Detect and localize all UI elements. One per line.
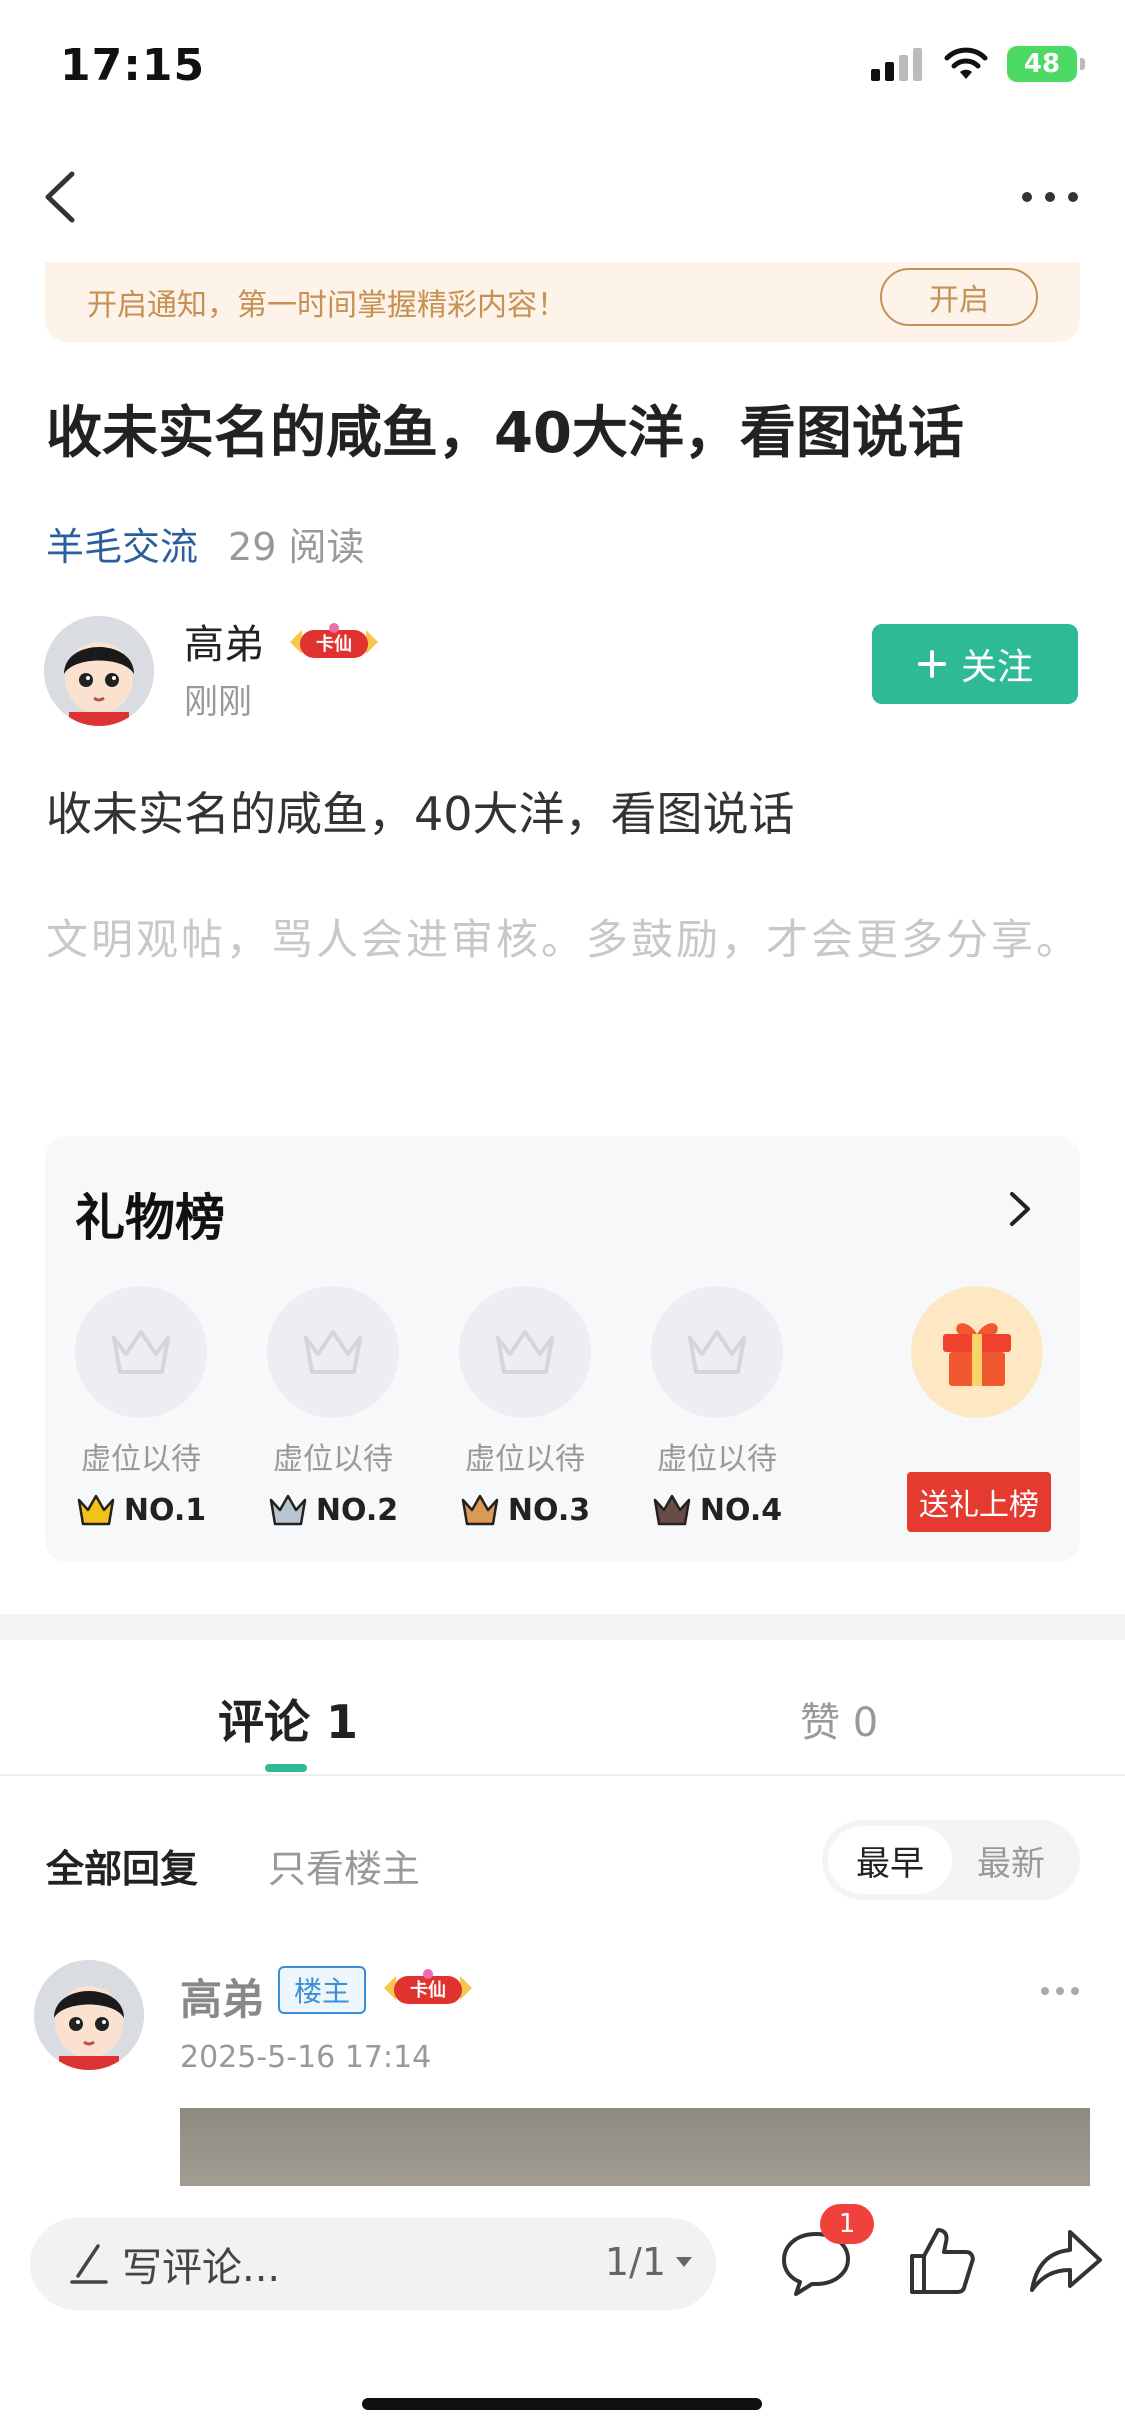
- gift-slot[interactable]: 虚位以待 NO.1: [75, 1286, 207, 1528]
- slot-rank: NO.4: [651, 1492, 783, 1528]
- slot-label: 虚位以待: [465, 1442, 585, 1477]
- crown-outline-icon: [688, 1330, 746, 1374]
- plus-icon: [917, 650, 946, 678]
- rank-text: NO.1: [123, 1492, 207, 1528]
- empty-slot-avatar: [651, 1286, 783, 1418]
- tab-comments[interactable]: 评论 1: [218, 1686, 358, 1752]
- signal-icon: [871, 48, 922, 81]
- commenter-name[interactable]: 高弟: [180, 1966, 264, 2027]
- tab-divider: [0, 1774, 1125, 1776]
- category-link[interactable]: 羊毛交流: [46, 516, 198, 571]
- crown-outline-icon: [304, 1330, 362, 1374]
- sort-earliest-button[interactable]: 最早: [828, 1826, 952, 1894]
- slot-label: 虚位以待: [657, 1442, 777, 1477]
- home-indicator: [362, 2398, 762, 2410]
- page-indicator-text: 1/1: [604, 2240, 666, 2284]
- crown-outline-icon: [496, 1330, 554, 1374]
- slot-rank: NO.3: [459, 1492, 591, 1528]
- chevron-right-icon[interactable]: [1000, 1186, 1040, 1232]
- notice-text: 开启通知，第一时间掌握精彩内容！: [87, 288, 567, 323]
- caret-down-icon: [676, 2257, 692, 2267]
- read-count: 29 阅读: [228, 525, 365, 569]
- gift-slot[interactable]: 虚位以待 NO.4: [651, 1286, 783, 1528]
- active-tab-indicator: [265, 1764, 307, 1772]
- notification-banner: 开启通知，第一时间掌握精彩内容！ 开启: [45, 262, 1080, 342]
- rank-text: NO.4: [699, 1492, 783, 1528]
- battery-indicator: 48: [1007, 46, 1085, 82]
- empty-slot-avatar: [75, 1286, 207, 1418]
- commenter-avatar[interactable]: [34, 1960, 144, 2070]
- gift-leaderboard-title: 礼物榜: [75, 1189, 225, 1247]
- comment-placeholder: 写评论...: [122, 2245, 281, 2291]
- post-title: 收未实名的咸鱼，40大洋，看图说话: [46, 401, 964, 466]
- op-badge: 楼主: [278, 1966, 366, 2014]
- comment-date: 2025-5-16 17:14: [180, 2040, 432, 2075]
- wifi-icon: [944, 47, 988, 79]
- post-hint: 文明观帖，骂人会进审核。多鼓励，才会更多分享。: [46, 915, 1082, 964]
- post-body: 收未实名的咸鱼，40大洋，看图说话: [46, 787, 795, 841]
- dark-crown-icon: [653, 1494, 691, 1526]
- silver-crown-icon: [269, 1494, 307, 1526]
- send-gift-button[interactable]: 送礼上榜: [907, 1472, 1051, 1532]
- kaxian-badge-text: 卡仙: [316, 633, 352, 655]
- enable-notification-button[interactable]: 开启: [880, 268, 1038, 326]
- slot-rank: NO.2: [267, 1492, 399, 1528]
- more-options-icon[interactable]: [1015, 172, 1085, 222]
- filter-all-replies[interactable]: 全部回复: [46, 1838, 198, 1893]
- gift-leaderboard: 礼物榜 虚位以待 NO.1 虚位以待 NO.2 虚位以待 NO.3 虚位以待 N…: [45, 1136, 1080, 1562]
- gift-slot[interactable]: 虚位以待 NO.3: [459, 1286, 591, 1528]
- kaxian-badge: 卡仙: [382, 1968, 474, 2010]
- crown-outline-icon: [112, 1330, 170, 1374]
- status-time: 17:15: [60, 40, 206, 91]
- share-arrow-icon[interactable]: [1026, 2222, 1106, 2302]
- follow-button[interactable]: 关注: [872, 624, 1078, 704]
- bronze-crown-icon: [461, 1494, 499, 1526]
- post-time: 刚刚: [184, 682, 252, 722]
- filter-op-only[interactable]: 只看楼主: [268, 1838, 420, 1893]
- gift-slot[interactable]: 虚位以待 NO.2: [267, 1286, 399, 1528]
- slot-label: 虚位以待: [81, 1442, 201, 1477]
- page-indicator[interactable]: 1/1: [605, 2240, 694, 2284]
- gift-button[interactable]: [911, 1286, 1043, 1418]
- gift-icon: [943, 1323, 1011, 1386]
- pencil-icon: [70, 2244, 108, 2284]
- section-divider: [0, 1614, 1125, 1640]
- sort-latest-button[interactable]: 最新: [956, 1826, 1066, 1894]
- comment-input[interactable]: 写评论... 1/1: [30, 2218, 716, 2310]
- follow-label: 关注: [960, 647, 1033, 688]
- comment-image[interactable]: [180, 2108, 1090, 2188]
- post-meta: 羊毛交流 29 阅读: [46, 516, 364, 571]
- status-icons: 48: [869, 46, 1085, 82]
- comment-more-icon[interactable]: [1035, 1976, 1085, 2006]
- slot-rank: NO.1: [75, 1492, 207, 1528]
- comment-count-badge: 1: [820, 2204, 874, 2244]
- sort-toggle: 最早 最新: [822, 1820, 1080, 1900]
- kaxian-badge: 卡仙: [288, 622, 380, 664]
- author-avatar[interactable]: [44, 616, 154, 726]
- slot-label: 虚位以待: [273, 1442, 393, 1477]
- kaxian-badge-text: 卡仙: [410, 1979, 446, 2001]
- back-arrow-icon[interactable]: [34, 162, 94, 232]
- rank-text: NO.3: [507, 1492, 591, 1528]
- thumbs-up-icon[interactable]: [902, 2222, 982, 2302]
- author-name[interactable]: 高弟: [184, 612, 264, 670]
- empty-slot-avatar: [267, 1286, 399, 1418]
- gold-crown-icon: [77, 1494, 115, 1526]
- rank-text: NO.2: [315, 1492, 399, 1528]
- empty-slot-avatar: [459, 1286, 591, 1418]
- tab-likes[interactable]: 赞 0: [800, 1690, 878, 1748]
